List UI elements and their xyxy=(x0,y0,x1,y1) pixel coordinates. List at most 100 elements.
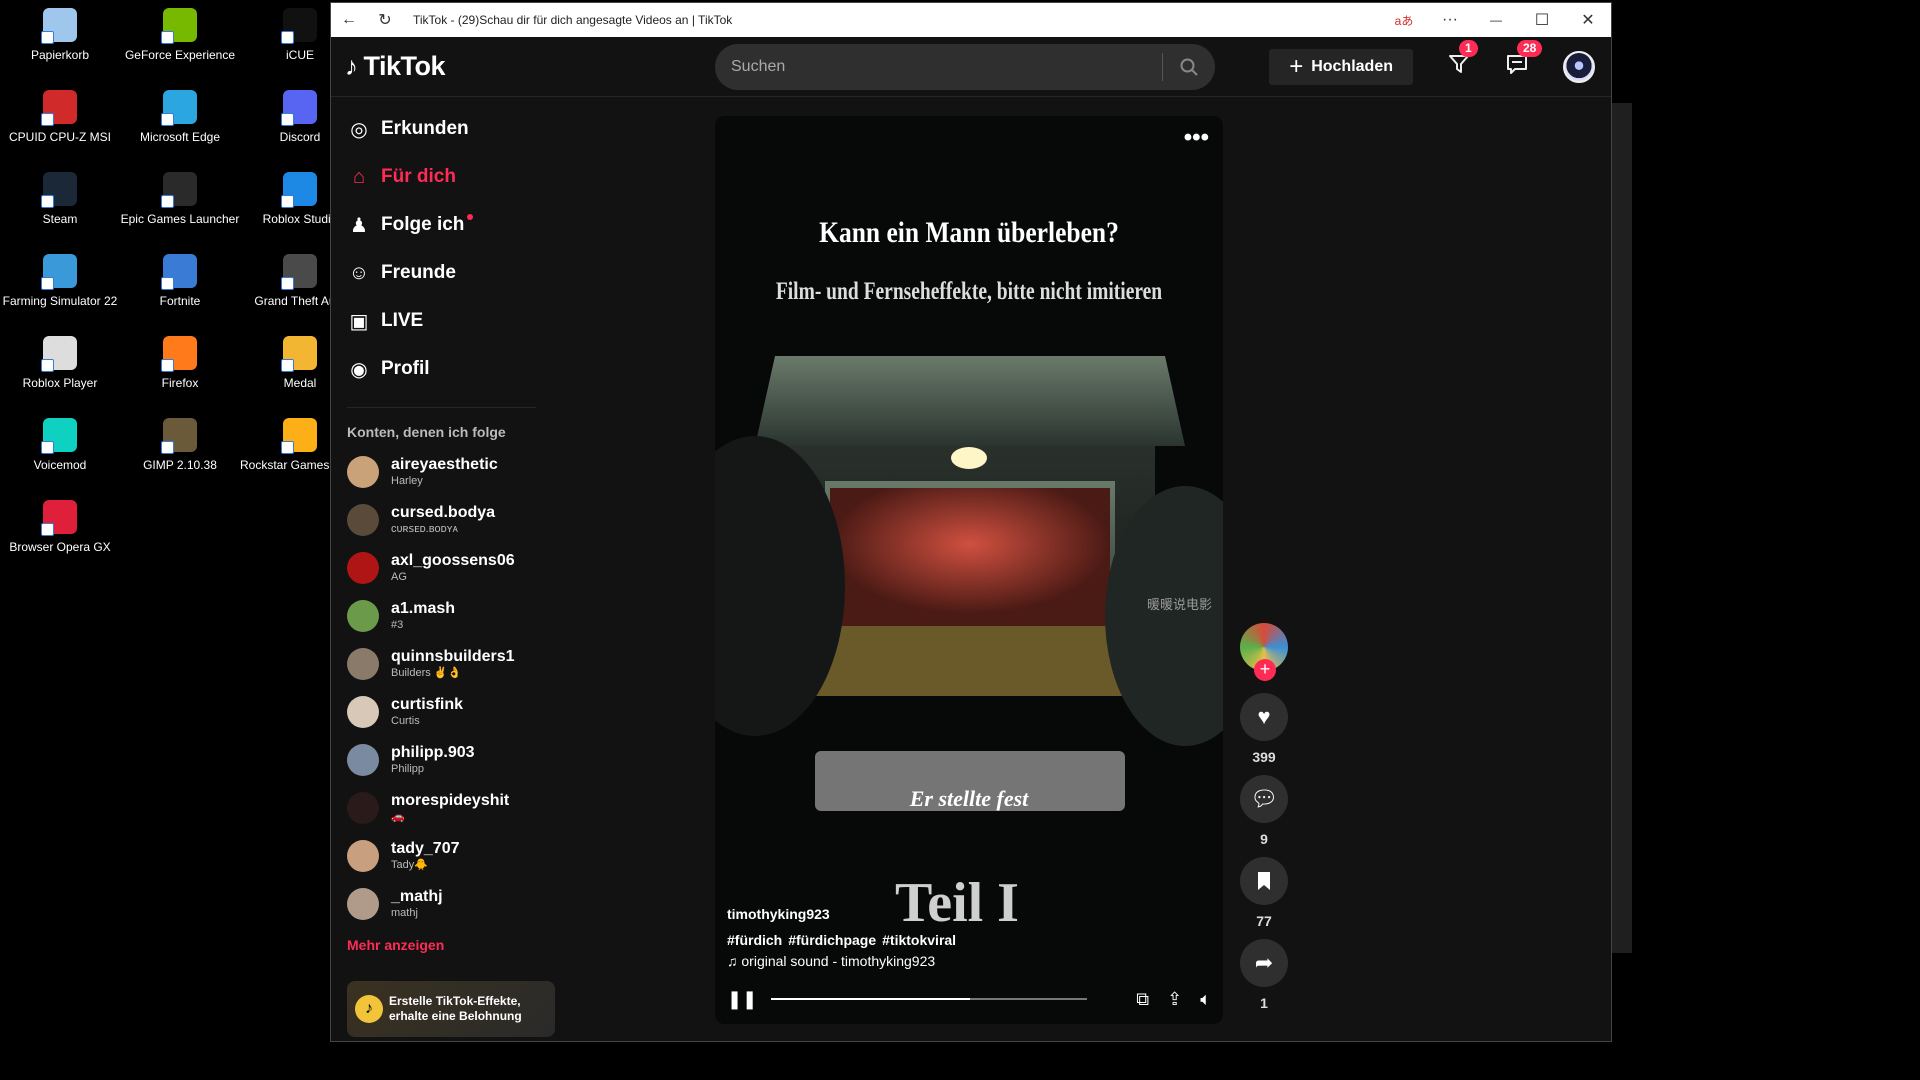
user-avatar[interactable] xyxy=(1563,50,1595,83)
hashtag-link[interactable]: #fürdich xyxy=(727,932,782,948)
video-sound[interactable]: ♫ original sound - timothyking923 xyxy=(727,953,935,969)
desktop-icon[interactable]: Steam xyxy=(0,172,120,226)
account-username: a1.mash xyxy=(391,600,456,617)
search-input[interactable]: Suchen xyxy=(731,58,1162,76)
app-icon xyxy=(41,172,77,208)
account-display-name: Curtis xyxy=(391,715,420,727)
following-account[interactable]: a1.mash #3 xyxy=(331,592,556,640)
app-icon xyxy=(161,8,197,44)
like-icon[interactable]: ♥ xyxy=(1240,693,1288,741)
search-icon[interactable] xyxy=(1163,44,1215,90)
reload-icon[interactable]: ↻ xyxy=(367,3,403,37)
close-button[interactable]: ✕ xyxy=(1565,3,1611,37)
pip-icon[interactable]: ⧉ xyxy=(1136,989,1149,1010)
desktop-icon[interactable]: Microsoft Edge xyxy=(120,90,240,144)
desktop-icon[interactable]: Firefox xyxy=(120,336,240,390)
account-username: cursed.bodya xyxy=(391,504,496,521)
app-icon xyxy=(281,90,317,126)
read-aloud-icon[interactable]: aあ xyxy=(1381,3,1427,37)
app-icon xyxy=(161,172,197,208)
maximize-button[interactable]: ☐ xyxy=(1519,3,1565,37)
following-account[interactable]: curtisfink Curtis xyxy=(331,688,556,736)
volume-icon[interactable]: 🔈︎ xyxy=(1200,989,1211,1010)
video-caption: Er stellte fest xyxy=(909,786,1029,811)
tiktok-logo[interactable]: ♪ TikTok xyxy=(345,51,715,82)
following-account[interactable]: philipp.903 Philipp xyxy=(331,736,556,784)
account-username: axl_goossens06 xyxy=(391,552,515,569)
account-username: _mathj xyxy=(391,888,443,905)
following-account[interactable]: tady_707 Tady🐥 xyxy=(331,832,556,880)
nav-item-f-r-dich[interactable]: ⌂ Für dich xyxy=(347,153,556,201)
app-icon xyxy=(41,90,77,126)
nav-label: Erkunden xyxy=(381,118,469,139)
app-icon xyxy=(41,500,77,536)
author-avatar[interactable]: + xyxy=(1240,623,1288,681)
menu-icon[interactable]: ··· xyxy=(1427,3,1473,37)
float-icon[interactable]: ⇪ xyxy=(1167,989,1182,1010)
avatar xyxy=(347,888,379,920)
desktop-icon-label: Farming Simulator 22 xyxy=(2,294,118,308)
app-icon xyxy=(281,254,317,290)
desktop-icon[interactable]: Papierkorb xyxy=(0,8,120,62)
avatar xyxy=(347,840,379,872)
share-count: 1 xyxy=(1260,995,1268,1011)
sound-label: original sound - timothyking923 xyxy=(741,953,936,969)
desktop-icon[interactable]: Farming Simulator 22 xyxy=(0,254,120,308)
desktop-icon-label: GIMP 2.10.38 xyxy=(143,458,217,472)
nav-item-folge-ich[interactable]: ♟ Folge ich xyxy=(347,201,556,249)
video-author[interactable]: timothyking923 xyxy=(727,906,830,922)
desktop-icon[interactable]: Voicemod xyxy=(0,418,120,472)
desktop-icon-label: Firefox xyxy=(161,376,199,390)
nav-item-freunde[interactable]: ☺ Freunde xyxy=(347,249,556,297)
profile-icon: ◉ xyxy=(350,358,368,381)
account-display-name: #3 xyxy=(391,619,404,631)
pause-icon[interactable]: ❚❚ xyxy=(727,989,757,1010)
desktop-icon[interactable]: CPUID CPU-Z MSI xyxy=(0,90,120,144)
sidebar: ◎ Erkunden ⌂ Für dich ♟ Folge ich ☺ Freunde ▣ LIV… xyxy=(331,98,556,1041)
following-account[interactable]: axl_goossens06 AG xyxy=(331,544,556,592)
promo-text: Erstelle TikTok-Effekte, erhalte eine Be… xyxy=(389,994,522,1023)
search-bar[interactable]: Suchen xyxy=(715,43,1215,90)
comment-icon[interactable]: 💬︎ xyxy=(1240,775,1288,823)
desktop-icon[interactable]: GeForce Experience xyxy=(120,8,240,62)
more-options-icon[interactable]: ••• xyxy=(1184,124,1209,152)
nav-item-live[interactable]: ▣ LIVE xyxy=(347,297,556,345)
hashtag-link[interactable]: #fürdichpage xyxy=(788,932,876,948)
desktop-icon-label: Browser Opera GX xyxy=(9,540,111,554)
messages-icon[interactable]: 28 xyxy=(1505,39,1543,82)
account-display-name: Tady🐥 xyxy=(391,859,428,871)
upload-button[interactable]: + Hochladen xyxy=(1269,48,1413,85)
following-list: aireyaesthetic Harley cursed.bodya ᴄᴜʀꜱᴇᴅ.ʙ… xyxy=(331,448,556,928)
inbox-filter-icon[interactable]: 1 xyxy=(1447,39,1478,82)
desktop-icon[interactable]: Roblox Player xyxy=(0,336,120,390)
following-account[interactable]: cursed.bodya ᴄᴜʀꜱᴇᴅ.ʙᴏᴅʏᴀ xyxy=(331,496,556,544)
minimize-button[interactable]: — xyxy=(1473,3,1519,37)
desktop-icon[interactable]: Browser Opera GX xyxy=(0,500,120,554)
follow-plus-icon[interactable]: + xyxy=(1254,659,1276,681)
app-icon xyxy=(41,8,77,44)
following-account[interactable]: quinnsbuilders1 Builders ✌️👌 xyxy=(331,640,556,688)
share-icon[interactable]: ➦ xyxy=(1240,939,1288,987)
following-account[interactable]: aireyaesthetic Harley xyxy=(331,448,556,496)
desktop-icon-label: Microsoft Edge xyxy=(139,130,221,144)
following-account[interactable]: morespideyshit 🚗 xyxy=(331,784,556,832)
avatar xyxy=(347,504,379,536)
desktop-icon[interactable]: Epic Games Launcher xyxy=(120,172,240,226)
following-account[interactable]: _mathj mathj xyxy=(331,880,556,928)
like-count: 399 xyxy=(1252,749,1276,765)
nav-item-erkunden[interactable]: ◎ Erkunden xyxy=(347,105,556,153)
nav-item-profil[interactable]: ◉ Profil xyxy=(347,345,556,393)
video-hashtags: #fürdich #fürdichpage #tiktokviral xyxy=(727,932,962,948)
video-player[interactable]: ••• Kann ein Mann überleben? Film- und F… xyxy=(715,116,1223,1024)
bookmark-icon[interactable] xyxy=(1240,857,1288,905)
window-title: TikTok - (29)Schau dir für dich angesagt… xyxy=(413,13,733,27)
progress-bar[interactable] xyxy=(771,998,1087,1000)
desktop-icon[interactable]: Fortnite xyxy=(120,254,240,308)
desktop-icon[interactable]: GIMP 2.10.38 xyxy=(120,418,240,472)
show-more-link[interactable]: Mehr anzeigen xyxy=(331,928,556,953)
back-arrow-icon[interactable]: ← xyxy=(331,3,367,37)
account-username: curtisfink xyxy=(391,696,464,713)
effects-promo-banner[interactable]: ♪ Erstelle TikTok-Effekte, erhalte eine … xyxy=(347,981,555,1037)
avatar xyxy=(347,792,379,824)
hashtag-link[interactable]: #tiktokviral xyxy=(882,932,956,948)
